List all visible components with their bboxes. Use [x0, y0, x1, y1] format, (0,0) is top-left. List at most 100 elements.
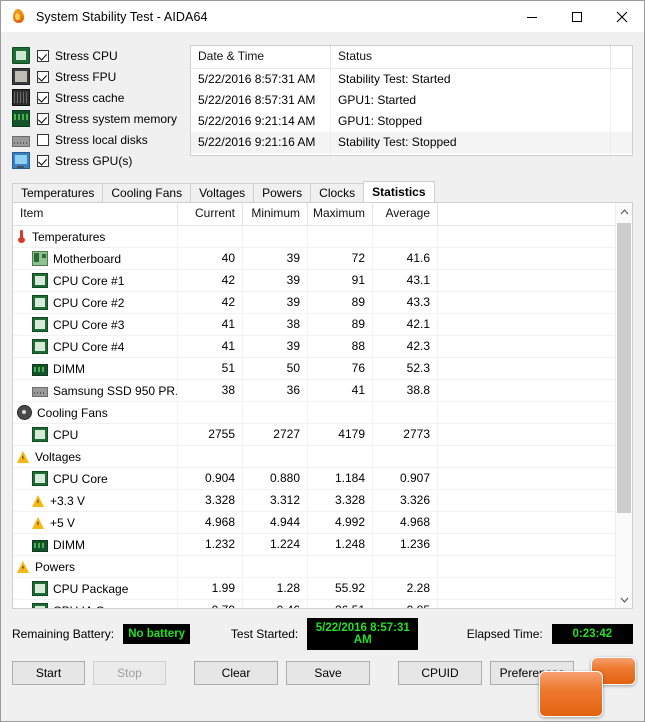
table-row[interactable]: +3.3 V 3.328 3.312 3.328 3.326	[13, 490, 632, 512]
table-row[interactable]: 5/22/2016 8:57:31 AM Stability Test: Sta…	[191, 69, 632, 90]
table-category-row[interactable]: Powers	[13, 556, 632, 578]
stress-option-fpu[interactable]: Stress FPU	[12, 66, 190, 87]
item-label: DIMM	[53, 537, 85, 552]
cell-average: 2773	[373, 424, 438, 445]
clear-button[interactable]: Clear	[194, 661, 278, 685]
table-category-row[interactable]: Temperatures	[13, 226, 632, 248]
table-row[interactable]: CPU Core #4 41 39 88 42.3	[13, 336, 632, 358]
scroll-up-icon[interactable]	[616, 203, 632, 220]
cell-maximum: 26.51	[308, 600, 373, 608]
table-row[interactable]: Motherboard 40 39 72 41.6	[13, 248, 632, 270]
table-row[interactable]: 5/22/2016 8:57:31 AM GPU1: Started	[191, 90, 632, 111]
column-header-minimum[interactable]: Minimum	[243, 203, 308, 225]
cell-minimum: 39	[243, 336, 308, 357]
column-header-maximum[interactable]: Maximum	[308, 203, 373, 225]
table-row[interactable]: 5/22/2016 9:21:14 AM GPU1: Stopped	[191, 111, 632, 132]
cell-average: 42.3	[373, 336, 438, 357]
cpuid-button[interactable]: CPUID	[398, 661, 482, 685]
checkbox[interactable]	[37, 91, 49, 104]
table-row[interactable]: 5/22/2016 9:21:16 AM Stability Test: Sto…	[191, 132, 632, 153]
table-row[interactable]: CPU Core #2 42 39 89 43.3	[13, 292, 632, 314]
stress-option-cpu[interactable]: Stress CPU	[12, 45, 190, 66]
table-row[interactable]: DIMM 1.232 1.224 1.248 1.236	[13, 534, 632, 556]
column-header-datetime[interactable]: Date & Time	[191, 46, 331, 68]
cell-maximum: 89	[308, 292, 373, 313]
event-log-table[interactable]: Date & Time Status 5/22/2016 8:57:31 AM …	[190, 45, 633, 156]
cell-average: 43.1	[373, 270, 438, 291]
table-row[interactable]: CPU Package 1.99 1.28 55.92 2.28	[13, 578, 632, 600]
cpu-icon	[32, 603, 48, 608]
column-header-extra[interactable]	[438, 203, 632, 225]
table-row[interactable]: +5 V 4.968 4.944 4.992 4.968	[13, 512, 632, 534]
tab-powers[interactable]: Powers	[253, 183, 312, 202]
item-label: DIMM	[53, 361, 85, 376]
checkbox[interactable]	[37, 133, 49, 146]
column-header-current[interactable]: Current	[178, 203, 243, 225]
column-header-extra[interactable]	[611, 46, 632, 68]
checkbox[interactable]	[37, 49, 49, 62]
checkbox[interactable]	[37, 154, 49, 167]
statistics-table: Item Current Minimum Maximum Average Tem…	[13, 203, 632, 608]
table-row[interactable]: CPU IA Cores 0.79 0.46 26.51 0.85	[13, 600, 632, 609]
close-button[interactable]	[599, 1, 644, 32]
cell-current: 41	[178, 314, 243, 335]
table-row[interactable]: DIMM 51 50 76 52.3	[13, 358, 632, 380]
cell-average: 41.6	[373, 248, 438, 269]
item-label: +5 V	[50, 515, 76, 530]
cell-current: 38	[178, 380, 243, 401]
column-header-status[interactable]: Status	[331, 46, 611, 68]
memory-icon	[32, 539, 48, 552]
minimize-button[interactable]	[509, 1, 554, 32]
cell-extra	[611, 90, 632, 111]
table-row[interactable]: Samsung SSD 950 PR... 38 36 41 38.8	[13, 380, 632, 402]
tab-temperatures[interactable]: Temperatures	[12, 183, 104, 202]
item-label: CPU Core #2	[53, 295, 125, 310]
stress-option-cache[interactable]: Stress cache	[12, 87, 190, 108]
start-button[interactable]: Start	[12, 661, 85, 685]
cell-current: 1.99	[178, 578, 243, 599]
option-label: Stress local disks	[55, 132, 148, 147]
scroll-down-icon[interactable]	[616, 591, 632, 608]
table-row[interactable]: CPU 2755 2727 4179 2773	[13, 424, 632, 446]
checkbox[interactable]	[37, 70, 49, 83]
cpu-icon	[32, 427, 48, 442]
statistics-vertical-scrollbar[interactable]	[615, 203, 632, 608]
tab-cooling-fans[interactable]: Cooling Fans	[102, 183, 192, 202]
cpu-icon	[32, 295, 48, 310]
table-row[interactable]: CPU Core 0.904 0.880 1.184 0.907	[13, 468, 632, 490]
cell-maximum: 4179	[308, 424, 373, 445]
tab-statistics[interactable]: Statistics	[363, 181, 435, 202]
cpu-icon	[32, 317, 48, 332]
item-label: Samsung SSD 950 PR...	[53, 383, 178, 398]
stress-option-system-memory[interactable]: Stress system memory	[12, 108, 190, 129]
top-section: Stress CPU Stress FPU Stress cache Stres…	[1, 32, 644, 171]
column-header-average[interactable]: Average	[373, 203, 438, 225]
cell-current: 2755	[178, 424, 243, 445]
item-label: CPU Core	[53, 471, 108, 486]
button-label: CPUID	[421, 666, 459, 680]
cell-minimum: 0.46	[243, 600, 308, 608]
cell-current: 42	[178, 270, 243, 291]
tab-clocks[interactable]: Clocks	[310, 183, 365, 202]
stop-button[interactable]: Stop	[93, 661, 166, 685]
tab-voltages[interactable]: Voltages	[190, 183, 255, 202]
column-header-item[interactable]: Item	[13, 203, 178, 225]
thermometer-icon	[17, 230, 27, 243]
table-category-row[interactable]: Voltages	[13, 446, 632, 468]
stress-option-gpus[interactable]: Stress GPU(s)	[12, 150, 190, 171]
cell-status: Stability Test: Started	[331, 69, 611, 90]
cell-status: GPU1: Started	[331, 90, 611, 111]
stress-option-local-disks[interactable]: Stress local disks	[12, 129, 190, 150]
maximize-button[interactable]	[554, 1, 599, 32]
scrollbar-thumb[interactable]	[617, 223, 631, 513]
cell-maximum: 89	[308, 314, 373, 335]
table-category-row[interactable]: Cooling Fans	[13, 402, 632, 424]
elapsed-time-label: Elapsed Time:	[466, 627, 543, 641]
test-started-value: 5/22/2016 8:57:31 AM	[307, 618, 419, 650]
table-row[interactable]: CPU Core #3 41 38 89 42.1	[13, 314, 632, 336]
item-label: CPU IA Cores	[53, 601, 128, 609]
cell-maximum: 41	[308, 380, 373, 401]
table-row[interactable]: CPU Core #1 42 39 91 43.1	[13, 270, 632, 292]
checkbox[interactable]	[37, 112, 49, 125]
save-button[interactable]: Save	[286, 661, 370, 685]
